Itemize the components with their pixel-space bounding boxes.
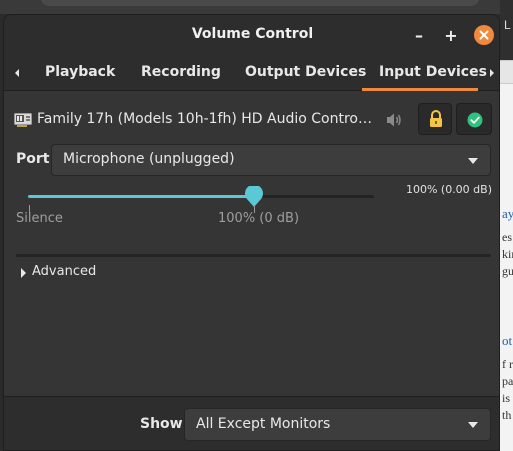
show-label: Show: (140, 416, 189, 432)
background-search-bar (40, 0, 480, 6)
input-level-meter (16, 254, 491, 257)
show-filter-dropdown[interactable]: All Except Monitors (184, 408, 491, 441)
close-icon (479, 30, 489, 40)
background-text: f r (502, 357, 513, 371)
background-text: th (502, 408, 512, 422)
background-tab-strip: L (500, 0, 513, 60)
volume-slider[interactable] (28, 186, 374, 207)
background-link: ay (502, 206, 513, 221)
close-button[interactable] (474, 25, 494, 45)
lock-icon (430, 110, 442, 127)
tab-scroll-right-icon[interactable] (487, 68, 497, 78)
active-tab-indicator (362, 88, 478, 91)
background-link: ot (502, 333, 513, 348)
background-text: pa (502, 374, 513, 388)
background-text: kin (502, 247, 513, 261)
mute-speaker-icon[interactable] (386, 112, 404, 128)
port-selected-value: Microphone (unplugged) (63, 151, 235, 167)
check-icon (467, 112, 483, 128)
lock-channels-button[interactable] (418, 103, 452, 135)
background-tab-text: L (504, 18, 511, 32)
minimize-button[interactable]: – (409, 26, 429, 46)
show-filter-selected-value: All Except Monitors (196, 416, 331, 432)
tab-scroll-left-icon[interactable] (12, 68, 22, 78)
device-name: Family 17h (Models 10h-1fh) HD Audio Con… (37, 111, 373, 127)
volume-slider-fill (28, 195, 254, 198)
tab-playback[interactable]: Playback (45, 64, 115, 80)
background-browser-window: L ay es kin gu ot f r pa is th (500, 0, 513, 451)
titlebar[interactable]: Volume Control – + (4, 15, 499, 55)
volume-readout: 100% (0.00 dB) (405, 183, 492, 196)
set-default-button[interactable] (456, 103, 492, 135)
volume-control-window: Volume Control – + Playback Recording Ou… (3, 14, 500, 451)
input-device-panel: Family 17h (Models 10h-1fh) HD Audio Con… (4, 92, 499, 450)
port-label: Port: (16, 151, 56, 167)
silence-mark-label: Silence (16, 211, 63, 226)
desktop-background-top (0, 0, 513, 14)
background-text: gu (502, 264, 513, 278)
tab-output-devices[interactable]: Output Devices (245, 64, 366, 80)
expander-arrow-icon (21, 268, 26, 278)
sound-card-icon (14, 113, 32, 127)
chevron-down-icon (468, 422, 478, 428)
background-text: is (502, 391, 511, 405)
maximize-button[interactable]: + (441, 26, 461, 46)
chevron-down-icon (468, 158, 478, 164)
port-dropdown[interactable]: Microphone (unplugged) (51, 144, 491, 176)
tab-bar: Playback Recording Output Devices Input … (4, 55, 499, 91)
tab-recording[interactable]: Recording (141, 64, 221, 80)
footer-bar: Show: All Except Monitors (4, 396, 499, 450)
advanced-label: Advanced (32, 264, 97, 279)
background-text: es (502, 230, 512, 244)
volume-100-mark-label: 100% (0 dB) (218, 211, 300, 226)
tab-input-devices[interactable]: Input Devices (379, 64, 487, 80)
background-toolbar (500, 60, 513, 84)
